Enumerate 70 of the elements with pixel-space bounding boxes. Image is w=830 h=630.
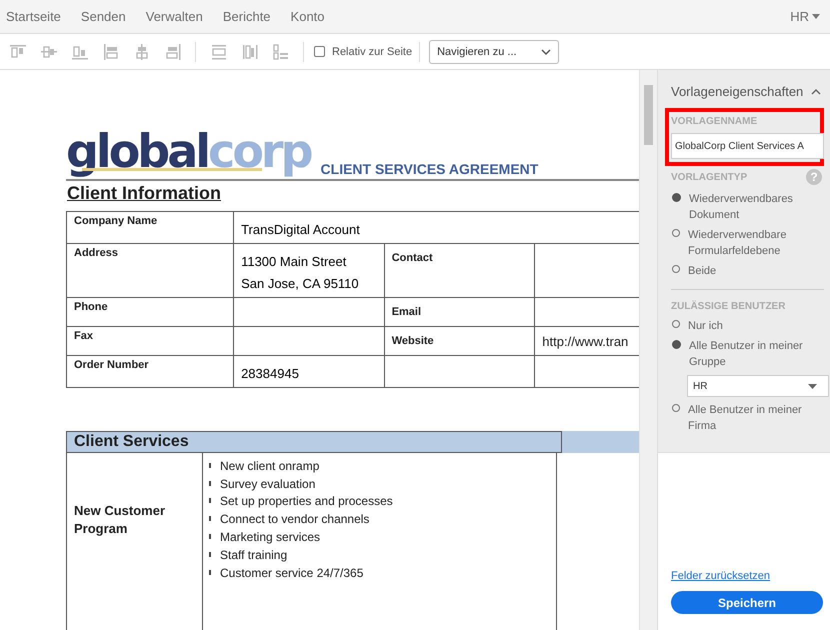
field-value: 28384945 [234,356,384,388]
bullet-icon [209,498,212,504]
logo: globalcorp [66,123,311,179]
document-title: CLIENT SERVICES AGREEMENT [320,161,538,177]
nav-link[interactable]: Verwalten [146,9,203,24]
field-label: Phone [66,298,234,326]
bullet-icon [209,462,212,469]
list-item: Set up properties and processes [220,494,393,508]
list-item: Staff training [220,548,288,562]
list-item: Marketing services [220,530,320,544]
list-item: Customer service 24/7/365 [220,566,364,580]
list-item: New client onramp [220,458,320,473]
distribute-horizontal-icon[interactable] [240,42,258,60]
align-top-icon[interactable] [8,42,26,60]
group-dropdown[interactable]: HR [687,375,829,397]
relative-checkbox[interactable]: Relativ zur Seite [314,46,412,58]
grid-arrange-icon[interactable] [272,42,290,60]
field-label: Fax [66,326,234,356]
bullet-icon [209,552,212,558]
radio-button[interactable] [672,404,680,412]
radio-label[interactable]: Alle Benutzer in meiner Firma [688,402,808,434]
section-heading: Client Services [66,431,562,453]
radio-button[interactable] [672,340,681,349]
field-label: Email [384,298,535,326]
list-item: Connect to vendor channels [220,512,370,526]
radio-button[interactable] [672,320,680,328]
distribute-vertical-icon[interactable] [210,42,228,60]
panel-title: Vorlageneigenschaften [671,84,804,99]
radio-button[interactable] [672,193,681,202]
section-label: ZULÄSSIGE BENUTZER [671,301,786,312]
list-item: Survey evaluation [220,476,316,491]
align-right-icon[interactable] [164,42,182,60]
navigate-dropdown[interactable]: Navigieren zu ... [429,40,560,64]
radio-label[interactable]: Wiederverwendbare Formularfeldebene [688,227,808,259]
scroll-thumb[interactable] [644,85,654,145]
service-label: New Customer Program [67,453,203,630]
bullet-icon [209,516,212,522]
template-name-field[interactable]: GlobalCorp Client Services A [671,133,824,159]
caret-icon [812,14,820,19]
radio-label[interactable]: Beide [688,263,808,279]
section-label: VORLAGENTYP [671,172,748,182]
align-left-icon[interactable] [102,42,120,60]
caret-icon [808,384,817,388]
radio-button[interactable] [672,229,680,237]
radio-label[interactable]: Nur ich [688,318,808,334]
nav-link[interactable]: Startseite [6,9,61,24]
field-label: Contact [384,244,535,298]
reset-fields-link[interactable]: Felder zurücksetzen [671,570,822,582]
bullet-icon [209,480,212,487]
field-label: Address [66,244,234,298]
nav-link[interactable]: Berichte [222,9,271,24]
field-label: Website [384,326,535,356]
section-heading: Client Information [67,183,221,204]
field-value: TransDigital Account [234,212,640,244]
user-menu-button[interactable]: HR [790,9,824,24]
scrollbar[interactable] [639,70,657,630]
radio-label[interactable]: Alle Benutzer in meiner Gruppe [689,338,809,370]
nav-link[interactable]: Konto [290,9,325,24]
bullet-icon [209,570,212,576]
field-value: 11300 Main Street San Jose, CA 95110 [234,244,384,298]
save-button[interactable]: Speichern [671,591,823,614]
section-label: VORLAGENNAME [671,116,758,127]
chevron-up-icon[interactable] [811,88,822,94]
radio-button[interactable] [672,265,680,273]
nav-link[interactable]: Senden [80,9,126,24]
radio-label[interactable]: Wiederverwendbares Dokument [689,191,809,223]
chevron-down-icon [541,48,552,54]
field-label: Company Name [66,212,234,244]
field-label: Order Number [66,356,234,388]
bullet-icon [209,534,212,540]
